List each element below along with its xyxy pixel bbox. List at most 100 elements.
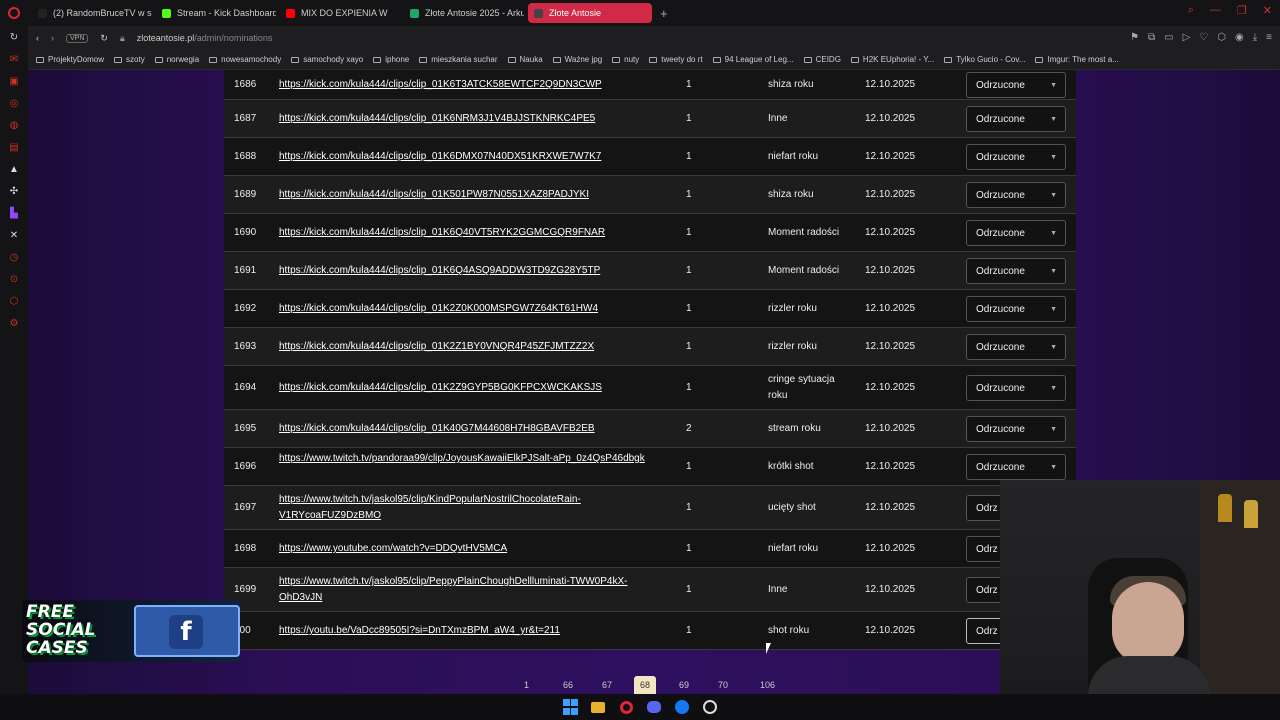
status-select[interactable]: Odrzucone ▼ (966, 144, 1066, 170)
profile-icon[interactable]: ◉ (1235, 32, 1244, 43)
clip-link[interactable]: https://youtu.be/VaDcc89505I?si=DnTXmzBP… (279, 623, 659, 639)
clip-link[interactable]: https://kick.com/kula444/clips/clip_01K6… (279, 225, 659, 241)
chatgpt-icon[interactable]: ✣ (9, 186, 20, 197)
clip-link[interactable]: https://kick.com/kula444/clips/clip_01K6… (279, 111, 659, 127)
clip-link[interactable]: https://www.twitch.tv/jaskol95/clip/Kind… (279, 492, 659, 524)
status-select[interactable]: Odrzucone ▼ (966, 334, 1066, 360)
settings-icon[interactable]: ⚙ (9, 318, 20, 329)
table-row: 1697 https://www.twitch.tv/jaskol95/clip/… (224, 486, 1076, 530)
close-window-icon[interactable]: ✕ (1263, 4, 1272, 17)
screenshot-icon[interactable]: ⧉ (1148, 32, 1155, 43)
clip-link[interactable]: https://kick.com/kula444/clips/clip_01K5… (279, 187, 659, 203)
bookmark-icon[interactable]: ⚑ (1130, 32, 1139, 43)
status-select[interactable]: Odrzucone ▼ (966, 220, 1066, 246)
browser-tab[interactable]: (2) RandomBruceTV w se (32, 3, 152, 23)
reload-page-icon[interactable]: ↻ (100, 33, 108, 44)
clip-link[interactable]: https://kick.com/kula444/clips/clip_01K2… (279, 339, 659, 355)
clip-link[interactable]: https://www.youtube.com/watch?v=DDQvtHV5… (279, 541, 659, 557)
extensions-toolbar-icon[interactable]: ⬡ (1217, 32, 1226, 43)
clip-link[interactable]: https://kick.com/kula444/clips/clip_01K2… (279, 380, 659, 396)
browser-tab[interactable]: Stream - Kick Dashboard (156, 3, 276, 23)
page-link[interactable]: 1 (524, 680, 529, 690)
clip-link[interactable]: https://www.twitch.tv/pandoraa99/clip/Jo… (279, 451, 659, 467)
status-select[interactable]: Odrzucone ▼ (966, 454, 1066, 480)
clip-link[interactable]: https://kick.com/kula444/clips/clip_01K6… (279, 149, 659, 165)
folder-icon (712, 56, 721, 63)
clip-link[interactable]: https://kick.com/kula444/clips/clip_01K6… (279, 77, 659, 93)
file-explorer-icon[interactable] (589, 698, 607, 716)
history-icon[interactable]: ◷ (9, 252, 20, 263)
bookmark-item[interactable]: nowesamochody (209, 55, 281, 64)
status-select[interactable]: Odrzucone ▼ (966, 72, 1066, 98)
maximize-icon[interactable]: ❐ (1237, 4, 1247, 17)
twitch-icon[interactable]: ▙ (9, 208, 20, 219)
pagination: 1 66 67 68 69 70 106 (224, 674, 1076, 694)
heart-icon[interactable]: ♡ (1199, 32, 1208, 43)
discord-icon[interactable] (645, 698, 663, 716)
bookmark-item[interactable]: H2K EUphoria! - Y... (850, 55, 934, 64)
chrome-icon[interactable] (701, 698, 719, 716)
browser-tab[interactable]: Złote Antosie 2025 - Arku (404, 3, 524, 23)
page-link[interactable]: 66 (563, 680, 573, 690)
aria-icon[interactable]: ▲ (9, 164, 20, 175)
status-select[interactable]: Odrzucone ▼ (966, 375, 1066, 401)
browser-tab[interactable]: MIX DO EXPIENIA W (280, 3, 400, 23)
opera-taskbar-icon[interactable] (617, 698, 635, 716)
status-select[interactable]: Odrzucone ▼ (966, 416, 1066, 442)
x-twitter-icon[interactable]: ✕ (9, 230, 20, 241)
minimize-icon[interactable]: — (1210, 4, 1221, 17)
bookmark-item[interactable]: tweety do rt (649, 55, 703, 64)
back-icon[interactable]: ‹ (36, 33, 39, 43)
page-link[interactable]: 68 (634, 676, 657, 694)
vpn-badge[interactable]: VPN (66, 33, 89, 43)
download-icon[interactable]: ⤓ (1253, 32, 1257, 43)
bookmark-item[interactable]: norwegia (154, 55, 199, 64)
extensions-icon[interactable]: ⬡ (9, 296, 20, 307)
bookmark-item[interactable]: Tylko Gucio - Cov... (944, 55, 1025, 64)
cast-icon[interactable]: ▭ (1164, 32, 1173, 43)
bookmark-item[interactable]: 94 League of Leg... (712, 55, 794, 64)
clip-link[interactable]: https://www.twitch.tv/jaskol95/clip/Pepp… (279, 574, 659, 606)
forward-icon[interactable]: › (51, 33, 54, 43)
search-tabs-icon[interactable]: ⌕ (1188, 4, 1194, 17)
clip-link[interactable]: https://kick.com/kula444/clips/clip_01K6… (279, 263, 659, 279)
bookmark-item[interactable]: CEIDG (803, 55, 841, 64)
page-link[interactable]: 106 (760, 680, 775, 690)
instagram-icon[interactable]: ◎ (9, 98, 20, 109)
page-link[interactable]: 69 (679, 680, 689, 690)
bookmark-item[interactable]: Nauka (507, 55, 543, 64)
page-link[interactable]: 67 (602, 680, 612, 690)
bookmark-item[interactable]: szoty (114, 55, 145, 64)
bookmark-item[interactable]: Ważne jpg (552, 55, 603, 64)
messenger-taskbar-icon[interactable] (673, 698, 691, 716)
bookmark-item[interactable]: Imgur: The most a... (1035, 55, 1119, 64)
easy-setup-icon[interactable]: ≡ (1266, 32, 1272, 43)
opera-menu-icon[interactable] (0, 0, 28, 26)
windows-start-icon[interactable] (561, 698, 579, 716)
bookmark-item[interactable]: nuty (612, 55, 639, 64)
reload-icon[interactable]: ↻ (9, 32, 20, 43)
chevron-down-icon: ▼ (1050, 115, 1057, 123)
status-select[interactable]: Odrzucone ▼ (966, 258, 1066, 284)
status-select[interactable]: Odrzucone ▼ (966, 182, 1066, 208)
site-icon (534, 8, 543, 18)
bookmark-item[interactable]: mieszkania suchar (419, 55, 498, 64)
play-icon[interactable]: ▷ (1183, 32, 1191, 43)
page-link[interactable]: 70 (718, 680, 728, 690)
status-select[interactable]: Odrzucone ▼ (966, 296, 1066, 322)
browser-tab[interactable]: Złote Antosie (528, 3, 652, 23)
url-field[interactable]: zloteantosie.pl/admin/nominations (137, 33, 273, 43)
messenger-icon[interactable]: ✉ (9, 54, 20, 65)
bookmark-item[interactable]: samochody xayo (291, 55, 363, 64)
downloads-icon[interactable]: ⊙ (9, 274, 20, 285)
bookmark-item[interactable]: iphone (373, 55, 409, 64)
new-tab-icon[interactable]: + (660, 6, 668, 21)
player-icon[interactable]: ▣ (9, 76, 20, 87)
status-select[interactable]: Odrzucone ▼ (966, 106, 1066, 132)
clip-link[interactable]: https://kick.com/kula444/clips/clip_01K4… (279, 421, 659, 437)
bookmark-item[interactable]: ProjektyDomow (36, 55, 104, 64)
clip-link[interactable]: https://kick.com/kula444/clips/clip_01K2… (279, 301, 659, 317)
bookmark-label: Ważne jpg (564, 55, 603, 64)
whatsapp-icon[interactable]: ◍ (9, 120, 20, 131)
vk-icon[interactable]: ▤ (9, 142, 20, 153)
